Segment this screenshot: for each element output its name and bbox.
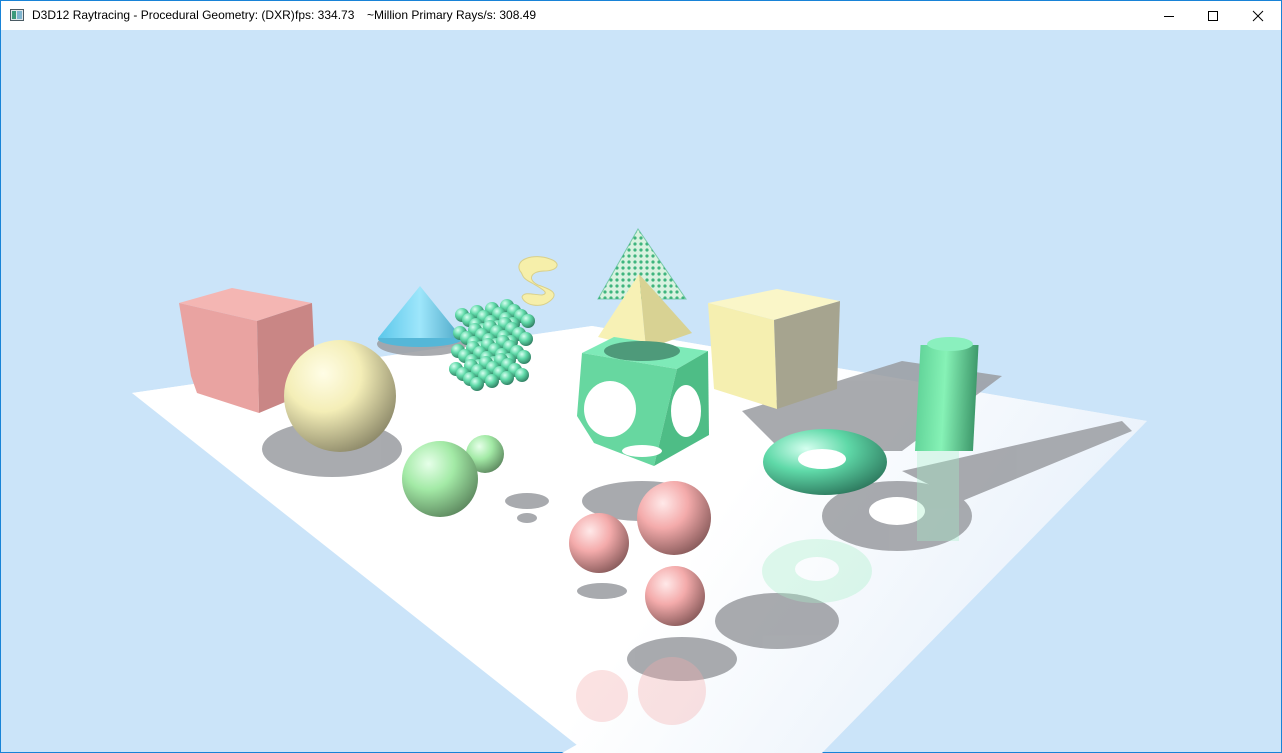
red-sphere-1: [637, 481, 711, 555]
maximize-button[interactable]: [1190, 1, 1236, 30]
maximize-icon: [1208, 10, 1218, 21]
cyan-cone: [378, 286, 462, 347]
green-cylinder: [914, 337, 979, 451]
green-sphere-large: [402, 441, 478, 517]
raytraced-scene: [132, 228, 1147, 753]
grid-sphere: [517, 350, 531, 364]
yellow-cube: [708, 289, 840, 409]
grid-sphere: [521, 314, 535, 328]
app-icon[interactable]: [10, 9, 24, 21]
red-sphere-2: [569, 513, 629, 573]
window-title: D3D12 Raytracing - Procedural Geometry: …: [32, 8, 295, 22]
title-bar[interactable]: D3D12 Raytracing - Procedural Geometry: …: [1, 1, 1281, 30]
green-torus: [763, 429, 887, 495]
grid-sphere: [519, 332, 533, 346]
render-viewport[interactable]: [2, 31, 1282, 753]
minimize-button[interactable]: [1146, 1, 1192, 30]
grid-sphere: [485, 374, 499, 388]
yellow-sphere: [284, 340, 396, 452]
fps-counter: fps: 334.73: [295, 8, 355, 22]
grid-sphere: [515, 368, 529, 382]
close-icon: [1252, 10, 1264, 21]
red-sphere-3: [645, 566, 705, 626]
minimize-icon: [1164, 15, 1174, 17]
close-button[interactable]: [1235, 1, 1281, 30]
yellow-twist: [518, 256, 558, 306]
rays-counter: ~Million Primary Rays/s: 308.49: [367, 8, 537, 22]
grid-sphere: [500, 371, 514, 385]
app-window: D3D12 Raytracing - Procedural Geometry: …: [0, 0, 1282, 753]
grid-sphere: [470, 377, 484, 391]
